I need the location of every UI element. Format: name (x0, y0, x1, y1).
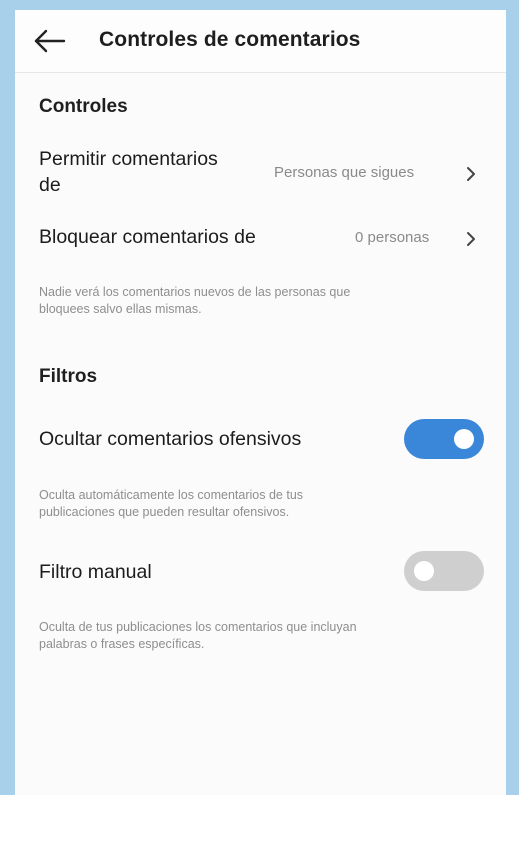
allow-comments-label-line1: Permitir comentarios (39, 148, 218, 170)
allow-comments-label-line2: de (39, 174, 61, 196)
hide-offensive-helper: Oculta automáticamente los comentarios d… (39, 487, 469, 521)
block-comments-label: Bloquear comentarios de (39, 226, 256, 248)
allow-comments-label: Permitir comentarios de (39, 146, 218, 198)
toggle-knob (414, 561, 434, 581)
app-header: Controles de comentarios (15, 10, 506, 73)
block-comments-value: 0 personas (355, 229, 430, 246)
block-comments-helper: Nadie verá los comentarios nuevos de las… (39, 284, 469, 318)
settings-screen: Controles de comentarios Controles Permi… (15, 10, 506, 795)
border-right (506, 0, 519, 795)
manual-filter-helper: Oculta de tus publicaciones los comentar… (39, 619, 469, 653)
section-title-filters: Filtros (39, 366, 98, 387)
manual-filter-label: Filtro manual (39, 561, 152, 583)
hide-offensive-helper-line1: Oculta automáticamente los comentarios d… (39, 488, 304, 502)
allow-comments-row[interactable]: Permitir comentarios de Personas que sig… (15, 146, 506, 204)
hide-offensive-helper-line2: publicaciones que pueden resultar ofensi… (39, 505, 290, 519)
allow-comments-value: Personas que sigues (274, 164, 415, 181)
arrow-left-icon[interactable] (33, 27, 67, 55)
border-top (0, 0, 519, 10)
toggle-knob (454, 429, 474, 449)
border-left (0, 0, 15, 795)
hide-offensive-label: Ocultar comentarios ofensivos (39, 428, 302, 450)
hide-offensive-toggle[interactable] (404, 419, 484, 459)
manual-filter-row: Filtro manual (15, 550, 506, 594)
manual-filter-helper-line1: Oculta de tus publicaciones los comentar… (39, 620, 357, 634)
block-helper-line1: Nadie verá los comentarios nuevos de las… (39, 285, 351, 299)
chevron-right-icon (465, 231, 477, 247)
page-title: Controles de comentarios (99, 28, 361, 51)
chevron-right-icon (465, 166, 477, 182)
page-frame: Controles de comentarios Controles Permi… (0, 0, 519, 847)
block-helper-line2: bloquees salvo ellas mismas. (39, 302, 202, 316)
block-comments-row[interactable]: Bloquear comentarios de 0 personas (15, 224, 506, 254)
manual-filter-helper-line2: palabras o frases específicas. (39, 637, 205, 651)
hide-offensive-row: Ocultar comentarios ofensivos (15, 418, 506, 462)
section-title-controls: Controles (39, 96, 128, 117)
manual-filter-toggle[interactable] (404, 551, 484, 591)
